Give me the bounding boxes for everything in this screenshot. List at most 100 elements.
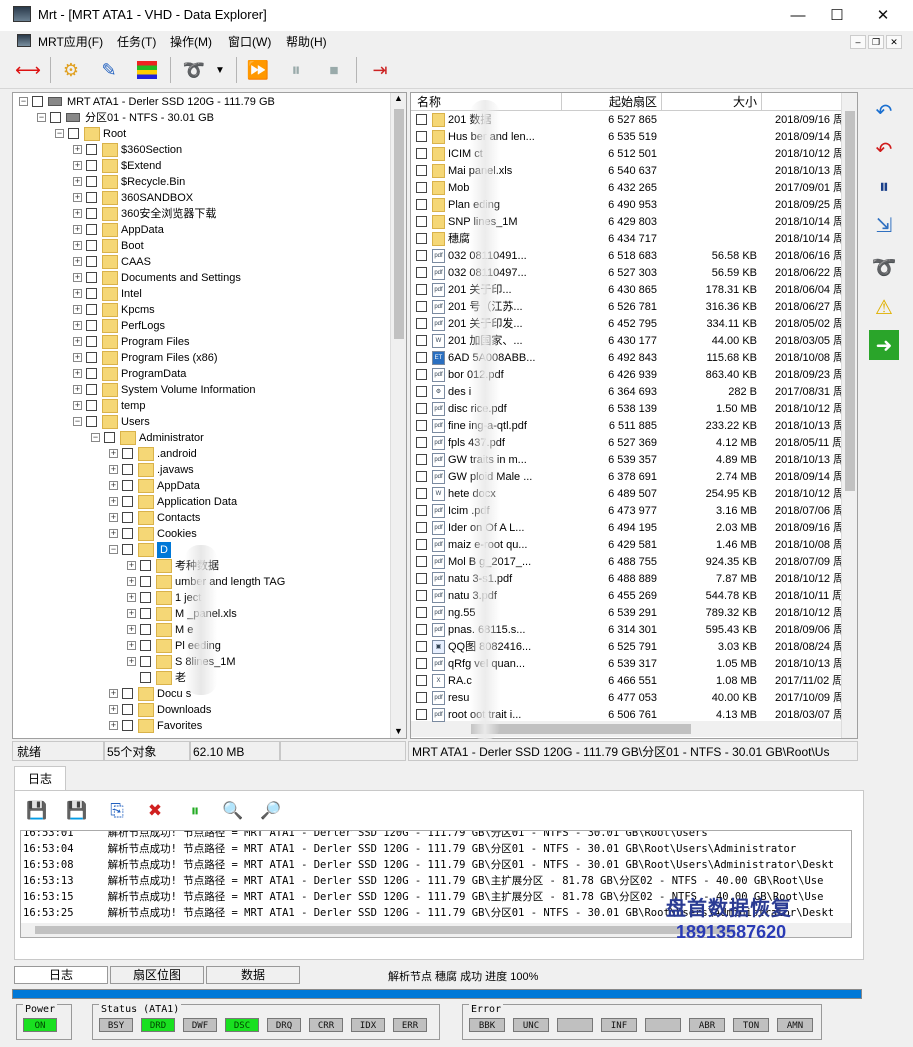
tree-checkbox[interactable]: [86, 192, 97, 203]
menu-task[interactable]: 任务(T): [117, 33, 156, 50]
column-size[interactable]: 大小: [661, 93, 761, 111]
column-date[interactable]: [761, 93, 851, 111]
tree-checkbox[interactable]: [86, 320, 97, 331]
expand-toggle-icon[interactable]: +: [73, 401, 82, 410]
tree-checkbox[interactable]: [140, 592, 151, 603]
expand-toggle-icon[interactable]: +: [73, 225, 82, 234]
tree-node[interactable]: + $Recycle.Bin: [13, 174, 388, 190]
list-checkbox[interactable]: [416, 437, 427, 448]
tree-checkbox[interactable]: [86, 384, 97, 395]
list-checkbox[interactable]: [416, 488, 427, 499]
expand-toggle-icon[interactable]: +: [73, 161, 82, 170]
expand-toggle-icon[interactable]: +: [73, 337, 82, 346]
list-checkbox[interactable]: [416, 148, 427, 159]
expand-toggle-icon[interactable]: +: [109, 497, 118, 506]
tree-node[interactable]: +360SANDBOX: [13, 190, 388, 206]
tree-node[interactable]: + AppData: [13, 222, 388, 238]
tree-checkbox[interactable]: [122, 704, 133, 715]
tab-data[interactable]: 数据: [206, 966, 300, 984]
expand-toggle-icon[interactable]: +: [127, 561, 136, 570]
expand-toggle-icon[interactable]: +: [73, 193, 82, 202]
expand-toggle-icon[interactable]: +: [73, 177, 82, 186]
disconnect-icon[interactable]: ⟷: [12, 55, 44, 85]
expand-toggle-icon[interactable]: −: [55, 129, 64, 138]
tree-checkbox[interactable]: [122, 528, 133, 539]
list-checkbox[interactable]: [416, 403, 427, 414]
expand-toggle-icon[interactable]: +: [109, 721, 118, 730]
tree-checkbox[interactable]: [86, 160, 97, 171]
tree-node[interactable]: + Favorites: [13, 718, 388, 734]
tree-node[interactable]: − 分区01 - NTFS - 30.01 GB: [13, 110, 388, 126]
tree-node[interactable]: + Intel: [13, 286, 388, 302]
expand-toggle-icon[interactable]: +: [73, 241, 82, 250]
list-checkbox[interactable]: [416, 182, 427, 193]
stop-icon[interactable]: ⏹: [318, 55, 350, 85]
tree-checkbox[interactable]: [122, 720, 133, 731]
tree-checkbox[interactable]: [122, 512, 133, 523]
expand-toggle-icon[interactable]: +: [109, 465, 118, 474]
tree-node[interactable]: − Users: [13, 414, 388, 430]
tab-log[interactable]: 日志: [14, 966, 108, 984]
log-tab[interactable]: 日志: [14, 766, 66, 791]
tree-scrollbar[interactable]: ▲ ▼: [390, 93, 406, 738]
delete-icon[interactable]: ✖: [143, 799, 167, 823]
expand-toggle-icon[interactable]: +: [109, 481, 118, 490]
tree-checkbox[interactable]: [86, 336, 97, 347]
tree-node[interactable]: +360安全浏览器下载: [13, 206, 388, 222]
tree-checkbox[interactable]: [140, 576, 151, 587]
list-checkbox[interactable]: [416, 301, 427, 312]
expand-toggle-icon[interactable]: +: [109, 705, 118, 714]
gear-icon[interactable]: ⚙: [55, 55, 87, 85]
ruler-icon[interactable]: ⇲: [869, 210, 899, 240]
dropdown-arrow-icon[interactable]: ▼: [210, 55, 230, 85]
list-checkbox[interactable]: [416, 318, 427, 329]
maximize-button[interactable]: ☐: [814, 0, 860, 31]
tree-checkbox[interactable]: [140, 640, 151, 651]
search-next-icon[interactable]: 🔎: [259, 799, 283, 823]
tree-checkbox[interactable]: [86, 400, 97, 411]
tree-node[interactable]: + Application Data: [13, 494, 388, 510]
list-checkbox[interactable]: [416, 658, 427, 669]
list-checkbox[interactable]: [416, 607, 427, 618]
expand-toggle-icon[interactable]: −: [19, 97, 28, 106]
list-checkbox[interactable]: [416, 335, 427, 346]
expand-toggle-icon[interactable]: −: [109, 545, 118, 554]
list-checkbox[interactable]: [416, 216, 427, 227]
tree-node[interactable]: + Documents and Settings: [13, 270, 388, 286]
tree-checkbox[interactable]: [104, 432, 115, 443]
tree-checkbox[interactable]: [86, 256, 97, 267]
tree-node[interactable]: + CAAS: [13, 254, 388, 270]
tree-checkbox[interactable]: [122, 496, 133, 507]
tree-node[interactable]: + Downloads: [13, 702, 388, 718]
tree-node[interactable]: + Cookies: [13, 526, 388, 542]
expand-toggle-icon[interactable]: +: [127, 609, 136, 618]
tree-node[interactable]: + Program Files (x86): [13, 350, 388, 366]
tree-checkbox[interactable]: [86, 176, 97, 187]
list-checkbox[interactable]: [416, 709, 427, 720]
green-arrow-icon[interactable]: ➜: [869, 330, 899, 360]
tree-node[interactable]: − Administrator: [13, 430, 388, 446]
tree-node[interactable]: + .android: [13, 446, 388, 462]
tree-node[interactable]: + temp: [13, 398, 388, 414]
expand-toggle-icon[interactable]: +: [73, 273, 82, 282]
tree-node[interactable]: + $360Section: [13, 142, 388, 158]
list-checkbox[interactable]: [416, 556, 427, 567]
list-checkbox[interactable]: [416, 454, 427, 465]
tree-checkbox[interactable]: [86, 208, 97, 219]
column-start-sector[interactable]: 起始扇区: [561, 93, 661, 111]
expand-toggle-icon[interactable]: +: [73, 385, 82, 394]
expand-toggle-icon[interactable]: +: [127, 577, 136, 586]
list-checkbox[interactable]: [416, 624, 427, 635]
list-checkbox[interactable]: [416, 522, 427, 533]
tree-checkbox[interactable]: [140, 560, 151, 571]
search-icon[interactable]: 🔍: [221, 799, 245, 823]
tree-checkbox[interactable]: [122, 464, 133, 475]
lasso-icon[interactable]: ➰: [178, 55, 210, 85]
expand-toggle-icon[interactable]: +: [73, 145, 82, 154]
undo-icon[interactable]: ↶: [869, 96, 899, 126]
list-checkbox[interactable]: [416, 284, 427, 295]
tree-checkbox[interactable]: [68, 128, 79, 139]
expand-toggle-icon[interactable]: +: [127, 657, 136, 666]
list-checkbox[interactable]: [416, 692, 427, 703]
list-checkbox[interactable]: [416, 539, 427, 550]
